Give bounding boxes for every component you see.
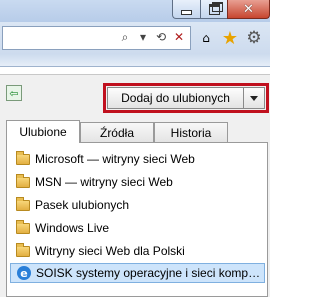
list-item-label: SOISK systemy operacyjne i sieci kompute… — [36, 266, 264, 280]
folder-icon — [16, 219, 30, 234]
list-item-label: Pasek ulubionych — [35, 198, 130, 212]
favorites-center-pane: ⇦ Dodaj do ulubionych Ulubione Źródła Hi… — [0, 74, 270, 297]
list-item[interactable]: MSN — witryny sieci Web — [10, 172, 265, 192]
dropdown-icon[interactable]: ▾ — [136, 29, 150, 45]
close-icon: ✕ — [243, 1, 254, 17]
list-item[interactable]: Witryny sieci Web dla Polski — [10, 241, 265, 261]
refresh-icon[interactable]: ⟲ — [154, 29, 168, 45]
tab-favorites[interactable]: Ulubione — [6, 120, 80, 143]
folder-icon — [16, 173, 30, 188]
list-item-selected[interactable]: e SOISK systemy operacyjne i sieci kompu… — [10, 263, 265, 283]
favorites-tabs: Ulubione Źródła Historia — [6, 120, 266, 143]
tab-label: Historia — [170, 125, 212, 140]
address-bar-icons: ⌕ ▾ ⟲ ✕ — [118, 29, 186, 45]
tab-history[interactable]: Historia — [154, 122, 228, 142]
folder-icon — [16, 196, 30, 211]
search-icon[interactable]: ⌕ — [118, 29, 132, 45]
tools-gear-icon[interactable]: ⚙ — [244, 28, 264, 48]
list-item-label: MSN — witryny sieci Web — [35, 175, 173, 189]
tab-feeds[interactable]: Źródła — [80, 122, 154, 142]
stop-icon[interactable]: ✕ — [172, 29, 186, 45]
chevron-down-icon — [250, 95, 258, 101]
restore-button[interactable] — [200, 0, 227, 19]
add-to-favorites-label: Dodaj do ulubionych — [121, 91, 230, 105]
pin-favorites-center-button[interactable]: ⇦ — [6, 85, 22, 101]
folder-icon — [16, 242, 30, 257]
favorites-star-icon[interactable]: ★ — [220, 28, 240, 49]
list-item-label: Microsoft — witryny sieci Web — [35, 152, 195, 166]
ie-page-icon: e — [17, 266, 31, 280]
home-icon[interactable]: ⌂ — [196, 28, 216, 48]
add-to-favorites-button[interactable]: Dodaj do ulubionych — [107, 87, 243, 109]
address-bar[interactable]: ⌕ ▾ ⟲ ✕ — [2, 26, 191, 50]
list-item-label: Witryny sieci Web dla Polski — [35, 244, 185, 258]
tab-strip — [0, 54, 270, 67]
list-item[interactable]: Windows Live — [10, 218, 265, 238]
tab-label: Ulubione — [19, 125, 67, 139]
list-item[interactable]: Pasek ulubionych — [10, 195, 265, 215]
add-to-favorites-dropdown-button[interactable] — [243, 87, 265, 109]
minimize-icon — [181, 9, 192, 15]
list-item-label: Windows Live — [35, 221, 110, 235]
favorites-list: Microsoft — witryny sieci Web MSN — witr… — [6, 142, 268, 297]
list-item[interactable]: Microsoft — witryny sieci Web — [10, 149, 265, 169]
command-toolbar: ⌕ ▾ ⟲ ✕ ⌂ ★ ⚙ — [0, 22, 270, 54]
title-bar: ✕ — [0, 0, 270, 22]
add-to-favorites-highlight: Dodaj do ulubionych — [103, 83, 269, 113]
close-button[interactable]: ✕ — [227, 0, 270, 19]
restore-icon — [208, 1, 223, 15]
minimize-button[interactable] — [172, 0, 200, 19]
tab-label: Źródła — [99, 125, 134, 140]
folder-icon — [16, 150, 30, 165]
pin-icon: ⇦ — [9, 86, 19, 100]
